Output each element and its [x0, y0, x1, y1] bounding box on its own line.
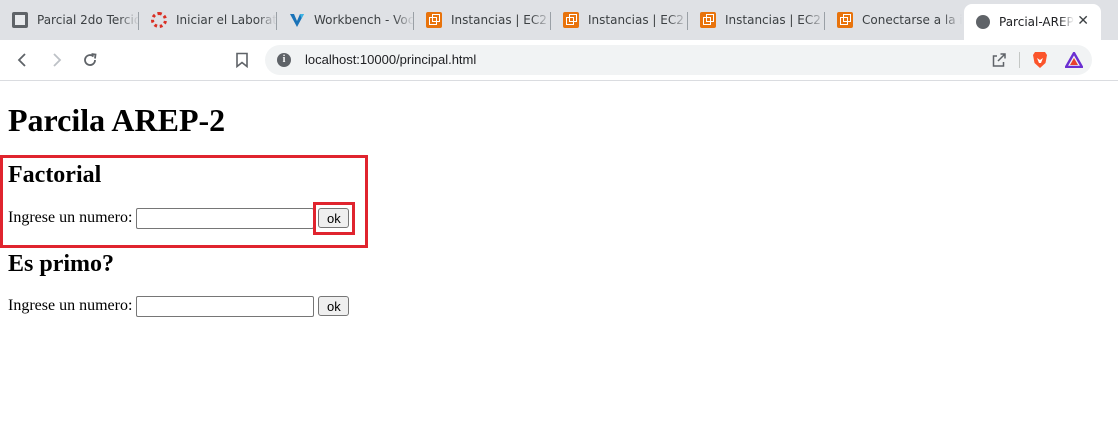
- brave-lion-icon: [1033, 52, 1047, 68]
- close-tab-icon[interactable]: ✕: [1077, 13, 1089, 29]
- tab-instancias-ec2-2[interactable]: Instancias | EC2 | us-east-1: [551, 0, 688, 40]
- forward-button[interactable]: [46, 50, 66, 70]
- reload-button[interactable]: [80, 50, 100, 70]
- tab-conectarse-instancia[interactable]: Conectarse a la instancia: [825, 0, 962, 40]
- es-primo-heading: Es primo?: [8, 251, 115, 277]
- tab-parcial-2do-tercio[interactable]: Parcial 2do Tercio: [0, 0, 139, 40]
- aws-ec2-icon: [563, 12, 579, 28]
- share-icon: [992, 53, 1006, 67]
- browser-toolbar: i localhost:10000/principal.html: [0, 40, 1118, 81]
- back-button[interactable]: [13, 50, 33, 70]
- learner-lab-icon: [151, 12, 167, 28]
- aws-ec2-icon: [837, 12, 853, 28]
- brave-rewards-button[interactable]: [1064, 50, 1084, 70]
- site-info-icon[interactable]: i: [277, 53, 291, 67]
- globe-icon: [976, 15, 990, 29]
- tab-parcial-arep[interactable]: Parcial-AREP ✕: [964, 4, 1101, 40]
- factorial-form: Ingrese un numero: ok: [8, 207, 350, 229]
- arrow-right-icon: [53, 53, 62, 67]
- page-title: Parcila AREP-2: [8, 102, 226, 138]
- toolbar-divider: [1019, 52, 1020, 68]
- tab-strip: Parcial 2do Tercio Iniciar el Laboratori…: [0, 0, 1118, 40]
- brave-shields-button[interactable]: [1030, 50, 1050, 70]
- bookmark-button[interactable]: [232, 50, 252, 70]
- url-text[interactable]: localhost:10000/principal.html: [305, 52, 476, 67]
- tab-iniciar-laboratorio[interactable]: Iniciar el Laboratorio: [139, 0, 277, 40]
- share-button[interactable]: [989, 50, 1009, 70]
- reload-icon: [84, 53, 97, 66]
- page-content: Parcila AREP-2 Factorial Ingrese un nume…: [0, 81, 1118, 447]
- address-bar[interactable]: i localhost:10000/principal.html: [265, 45, 1092, 75]
- vocareum-icon: [289, 12, 305, 28]
- arrow-left-icon: [17, 53, 26, 67]
- tab-instancias-ec2-3[interactable]: Instancias | EC2 | us-east-1: [688, 0, 825, 40]
- es-primo-input-label: Ingrese un numero:: [8, 297, 133, 314]
- factorial-ok-button[interactable]: ok: [318, 208, 350, 228]
- es-primo-ok-button[interactable]: ok: [318, 296, 350, 316]
- aws-ec2-icon: [700, 12, 716, 28]
- factorial-number-input[interactable]: [136, 207, 315, 229]
- aws-ec2-icon: [426, 12, 442, 28]
- factorial-input-label: Ingrese un numero:: [8, 209, 133, 226]
- brave-rewards-icon: [1065, 52, 1083, 68]
- factorial-heading: Factorial: [8, 162, 102, 188]
- es-primo-form: Ingrese un numero: ok: [8, 295, 350, 317]
- tab-instancias-ec2-1[interactable]: Instancias | EC2 | us-east-1: [414, 0, 551, 40]
- document-icon: [12, 12, 28, 28]
- bookmark-icon: [236, 52, 248, 68]
- es-primo-number-input[interactable]: [136, 295, 315, 317]
- tab-workbench[interactable]: Workbench - Vocareum: [277, 0, 414, 40]
